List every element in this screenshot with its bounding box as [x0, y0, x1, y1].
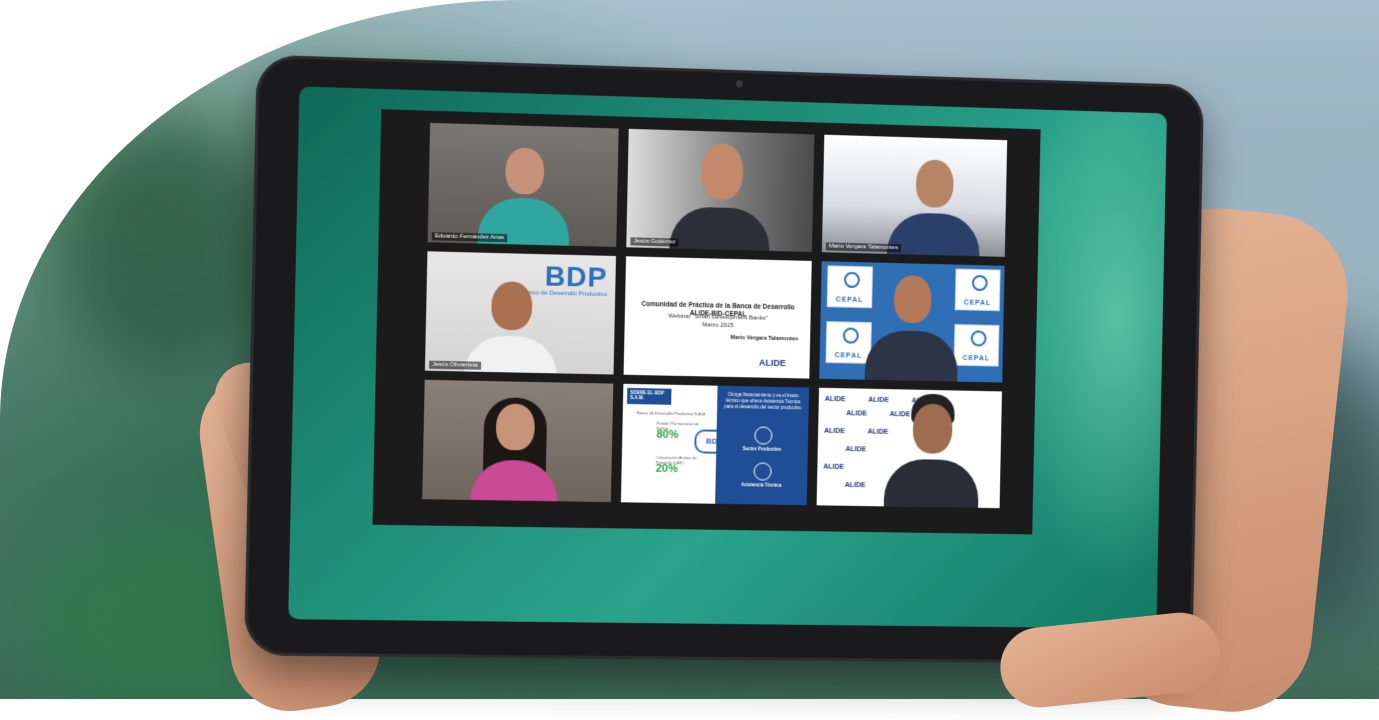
video-tile[interactable]: CEPAL CEPAL CEPAL CEPAL	[819, 261, 1005, 383]
video-tile[interactable]: Jesús Gutiérrez	[626, 128, 815, 252]
presentation-tile[interactable]: SOBRE EL BDP S.A.M. Banco de Desarrollo …	[620, 383, 810, 506]
video-tile[interactable]: Mario Vergara Talamontes	[821, 134, 1008, 257]
camera-icon	[735, 80, 743, 88]
participant-name: Mario Vergara Talamontes	[825, 242, 902, 253]
tablet-device: Eduardo Fernández Arias Jesús Gutiérrez	[243, 54, 1205, 665]
tablet-screen: Eduardo Fernández Arias Jesús Gutiérrez	[288, 86, 1167, 629]
video-tile[interactable]	[422, 379, 614, 503]
alide-wall-text: ALIDE	[845, 446, 867, 454]
alide-wall-text: ALIDE	[824, 395, 846, 404]
video-tile[interactable]: ALIDE ALIDE ALIDE ALIDE ALIDE ALIDE ALID…	[816, 387, 1002, 509]
alide-logo: ALIDE	[758, 357, 786, 369]
participant-grid: Eduardo Fernández Arias Jesús Gutiérrez	[422, 122, 1009, 509]
alide-wall-text: ALIDE	[823, 463, 845, 471]
stat-value: 20%	[655, 462, 678, 476]
participant-name: Jesús Olivarrieta	[429, 360, 481, 370]
assistance-label: Asistencia Técnica	[741, 482, 782, 488]
alide-wall-text: ALIDE	[844, 481, 866, 490]
slide-description: Otorga financiamiento y es el brazo técn…	[724, 391, 802, 411]
sector-label: Sector Productivo	[742, 446, 782, 452]
shared-slide-tile[interactable]: Comunidad de Práctica de la Banca de Des…	[623, 256, 812, 379]
video-tile[interactable]: Eduardo Fernández Arias	[427, 122, 619, 248]
video-tile[interactable]: BDP Banco de Desarrollo Productivo Jesús…	[424, 251, 617, 375]
alide-wall-text: ALIDE	[824, 427, 845, 436]
slide-heading: Banco de Desarrollo Productivo S.A.M.	[636, 410, 707, 417]
stat-value: 80%	[656, 428, 679, 442]
slide-tag: SOBRE EL BDP S.A.M.	[626, 387, 672, 405]
participant-name: Jesús Gutiérrez	[630, 237, 679, 247]
slide-author: Mario Vergara Talamontes	[730, 334, 799, 343]
participant-name: Eduardo Fernández Arias	[431, 232, 508, 243]
alide-wall-text: ALIDE	[846, 410, 868, 418]
assistance-icon	[753, 462, 772, 481]
video-call-window: Eduardo Fernández Arias Jesús Gutiérrez	[372, 109, 1041, 535]
sector-icon	[754, 426, 773, 445]
